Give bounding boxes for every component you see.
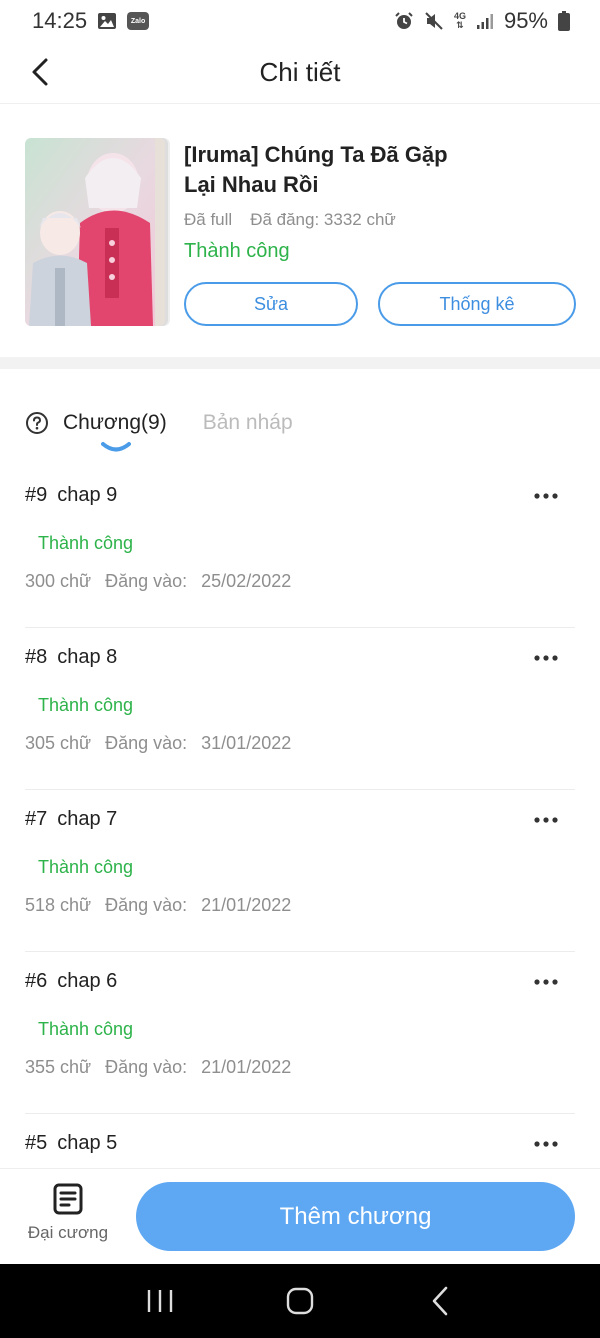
chapter-title: #5 chap 5 [25, 1132, 117, 1155]
chapter-info: 355 chữ Đăng vào: 21/01/2022 [25, 1057, 291, 1078]
chapter-status: Thành công [38, 1019, 134, 1039]
more-options-button[interactable] [531, 808, 561, 832]
chapter-date: 21/01/2022 [201, 1057, 292, 1077]
chapter-word-count: 305 chữ [25, 733, 92, 753]
outline-button[interactable]: Đại cương [20, 1183, 116, 1253]
book-status: Thành công [184, 240, 290, 262]
chapter-name: chap 8 [57, 646, 118, 668]
network-type-icon: 4G ⇅ [453, 11, 466, 30]
gallery-icon [97, 11, 117, 31]
chapter-row[interactable]: #6 chap 6 Thành công 355 chữ Đăng vào: 2… [25, 952, 575, 1114]
chapter-word-count: 300 chữ [25, 571, 92, 591]
chapter-title: #6 chap 6 [25, 970, 117, 993]
status-left: 14:25 Zalo [32, 8, 150, 34]
more-options-button[interactable] [531, 646, 561, 670]
chapter-status: Thành công [38, 857, 134, 877]
cover-illustration [25, 138, 165, 326]
edit-button[interactable]: Sửa [184, 282, 358, 326]
book-actions: Sửa Thống kê [184, 282, 576, 326]
chapter-date-label: Đăng vào: [105, 895, 188, 915]
chapter-title: #9 chap 9 [25, 484, 117, 507]
back-arrow-icon [432, 1286, 448, 1316]
chapter-number: #5 [25, 1132, 48, 1154]
chapter-info: 518 chữ Đăng vào: 21/01/2022 [25, 895, 291, 916]
book-sub-info: Đã full Đã đăng: 3332 chữ [184, 210, 575, 230]
bottom-action-bar: Đại cương Thêm chương [0, 1168, 600, 1264]
active-tab-indicator [101, 442, 131, 452]
zalo-notification-icon: Zalo [127, 12, 150, 30]
more-horizontal-icon [534, 493, 558, 499]
book-word-count: Đã đăng: 3332 chữ [250, 210, 396, 229]
recent-apps-button[interactable] [130, 1271, 190, 1331]
chapter-status: Thành công [38, 533, 134, 553]
chapter-info: 300 chữ Đăng vào: 25/02/2022 [25, 571, 291, 592]
chapter-name: chap 9 [57, 484, 118, 506]
mute-icon [424, 11, 444, 31]
chapter-info: 305 chữ Đăng vào: 31/01/2022 [25, 733, 291, 754]
chapter-name: chap 5 [57, 1132, 118, 1154]
battery-icon [558, 11, 570, 31]
signal-icon [476, 12, 494, 30]
more-horizontal-icon [534, 979, 558, 985]
chapter-number: #8 [25, 646, 48, 668]
more-options-button[interactable] [531, 484, 561, 508]
app-header: Chi tiết [0, 42, 600, 104]
chevron-left-icon [32, 58, 48, 86]
book-completion: Đã full [184, 210, 233, 229]
status-time: 14:25 [32, 8, 88, 33]
chapter-row[interactable]: #7 chap 7 Thành công 518 chữ Đăng vào: 2… [25, 790, 575, 952]
chapter-date-label: Đăng vào: [105, 1057, 188, 1077]
more-options-button[interactable] [531, 970, 561, 994]
book-meta: [Iruma] Chúng Ta Đã Gặp Lại Nhau Rồi Đã … [184, 140, 575, 263]
chapter-word-count: 518 chữ [25, 895, 92, 915]
book-cover-image[interactable] [25, 138, 165, 326]
recent-apps-icon [147, 1290, 173, 1312]
book-title: [Iruma] Chúng Ta Đã Gặp Lại Nhau Rồi [184, 142, 448, 197]
chapter-number: #9 [25, 484, 48, 506]
question-circle-icon[interactable] [25, 411, 49, 435]
chapter-name: chap 6 [57, 970, 118, 992]
chapter-list: #9 chap 9 Thành công 300 chữ Đăng vào: 2… [25, 466, 575, 1276]
system-nav-bar [0, 1264, 600, 1338]
home-button[interactable] [270, 1271, 330, 1331]
status-bar: 14:25 Zalo 4G ⇅ 95% [0, 0, 600, 42]
chapter-title: #8 chap 8 [25, 646, 117, 669]
document-list-icon [53, 1183, 83, 1215]
home-icon [286, 1287, 314, 1315]
chapter-number: #6 [25, 970, 48, 992]
tab-bar: Chương(9) Bản nháp [25, 405, 293, 455]
chapter-number: #7 [25, 808, 48, 830]
tab-chapters-label: Chương(9) [63, 411, 167, 434]
chapter-date: 21/01/2022 [201, 895, 292, 915]
more-horizontal-icon [534, 1141, 558, 1147]
tab-chapters[interactable]: Chương(9) [63, 405, 167, 452]
system-back-button[interactable] [410, 1271, 470, 1331]
chapter-name: chap 7 [57, 808, 118, 830]
page-title: Chi tiết [259, 57, 341, 87]
chapter-date: 25/02/2022 [201, 571, 292, 591]
chapter-date-label: Đăng vào: [105, 733, 188, 753]
more-options-button[interactable] [531, 1132, 561, 1156]
stats-button[interactable]: Thống kê [378, 282, 576, 326]
add-chapter-button[interactable]: Thêm chương [136, 1182, 575, 1251]
chapter-row[interactable]: #9 chap 9 Thành công 300 chữ Đăng vào: 2… [25, 466, 575, 628]
chapter-title: #7 chap 7 [25, 808, 117, 831]
chapter-row[interactable]: #8 chap 8 Thành công 305 chữ Đăng vào: 3… [25, 628, 575, 790]
battery-percent: 95% [503, 8, 548, 33]
tab-drafts[interactable]: Bản nháp [203, 405, 293, 441]
status-right: 4G ⇅ 95% [394, 8, 570, 34]
alarm-icon [394, 11, 414, 31]
more-horizontal-icon [534, 817, 558, 823]
chapter-status: Thành công [38, 695, 134, 715]
more-horizontal-icon [534, 655, 558, 661]
chapter-word-count: 355 chữ [25, 1057, 92, 1077]
book-info: [Iruma] Chúng Ta Đã Gặp Lại Nhau Rồi Đã … [25, 138, 576, 328]
outline-label: Đại cương [27, 1223, 109, 1242]
chapter-date-label: Đăng vào: [105, 571, 188, 591]
chapter-date: 31/01/2022 [201, 733, 292, 753]
section-divider [0, 357, 600, 369]
back-button[interactable] [22, 54, 58, 90]
